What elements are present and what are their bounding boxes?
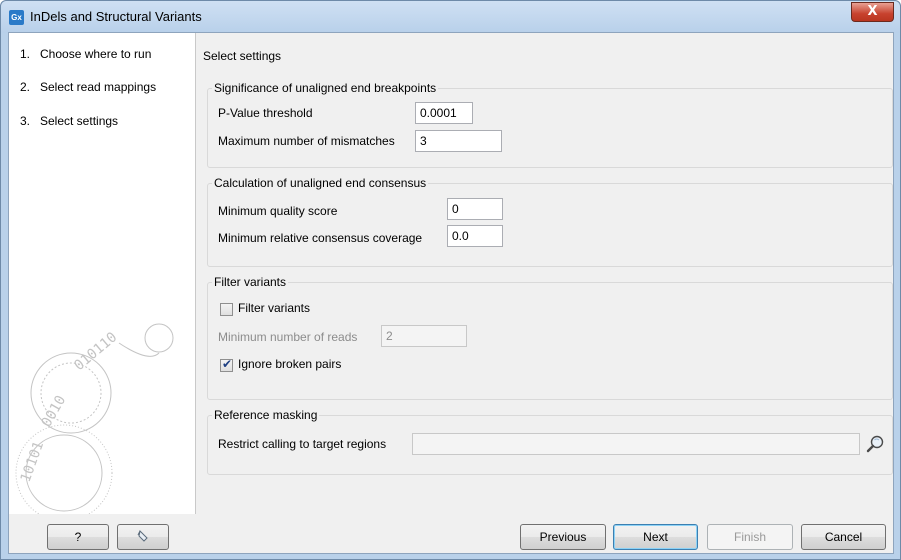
cancel-button[interactable]: Cancel	[801, 524, 886, 550]
decorative-swirl-logo: 010110 0010 10101	[15, 323, 174, 514]
svg-text:10101: 10101	[18, 439, 47, 484]
quality-input[interactable]: 0	[447, 198, 503, 220]
step-number: 2.	[20, 80, 31, 94]
app-icon: Gx	[9, 10, 24, 25]
step-label: Select read mappings	[40, 80, 157, 94]
significance-group: Significance of unaligned end breakpoint…	[207, 81, 893, 168]
dialog-body: 1. Choose where to run 2. Select read mapp…	[8, 32, 894, 554]
group-title: Reference masking	[212, 408, 320, 422]
browse-search-icon[interactable]	[865, 434, 885, 454]
dialog-window: Gx InDels and Structural Variants X 1. Ch…	[0, 0, 901, 560]
window-title: InDels and Structural Variants	[30, 9, 202, 24]
reference-masking-group: Reference masking Restrict calling to ta…	[207, 408, 893, 475]
restrict-label: Restrict calling to target regions	[218, 437, 387, 451]
ignore-broken-pairs-checkbox[interactable]: ✔	[220, 357, 233, 372]
target-regions-input[interactable]	[412, 433, 860, 455]
step-label: Select settings	[40, 114, 119, 128]
quality-label: Minimum quality score	[218, 204, 338, 218]
group-title: Significance of unaligned end breakpoint…	[212, 81, 439, 95]
step-choose-where-to-run[interactable]: 1. Choose where to run	[20, 47, 151, 61]
pvalue-label: P-Value threshold	[218, 106, 313, 120]
coverage-label: Minimum relative consensus coverage	[218, 231, 423, 245]
close-button[interactable]: X	[851, 2, 894, 22]
reset-icon	[137, 529, 148, 542]
step-number: 3.	[20, 114, 31, 128]
finish-button[interactable]: Finish	[707, 524, 793, 550]
min-reads-label: Minimum number of reads	[218, 330, 358, 344]
group-title: Calculation of unaligned end consensus	[212, 176, 429, 190]
svg-text:010110: 010110	[71, 329, 120, 374]
consensus-group: Calculation of unaligned end consensus M…	[207, 176, 893, 267]
mismatch-input[interactable]: 3	[415, 130, 502, 152]
pvalue-input[interactable]: 0.0001	[415, 102, 473, 124]
filter-variants-group: Filter variants Filter variants Minimum …	[207, 275, 893, 400]
next-button[interactable]: Next	[613, 524, 698, 550]
checkmark-icon: ✔	[222, 357, 233, 371]
step-label: Choose where to run	[40, 47, 152, 61]
wizard-steps-panel: 1. Choose where to run 2. Select read mapp…	[9, 33, 196, 514]
svg-text:0010: 0010	[39, 393, 70, 430]
page-title: Select settings	[203, 49, 282, 63]
ignore-broken-pairs-label[interactable]: Ignore broken pairs	[238, 357, 341, 371]
help-button[interactable]: ?	[47, 524, 109, 550]
mismatch-label: Maximum number of mismatches	[218, 134, 395, 148]
step-select-read-mappings[interactable]: 2. Select read mappings	[20, 80, 156, 94]
filter-variants-checkbox[interactable]	[220, 303, 233, 316]
step-number: 1.	[20, 47, 31, 61]
settings-content: Select settings Significance of unaligne…	[197, 33, 893, 514]
step-select-settings[interactable]: 3. Select settings	[20, 114, 118, 128]
reset-button[interactable]	[117, 524, 169, 550]
previous-button[interactable]: Previous	[520, 524, 606, 550]
filter-variants-label[interactable]: Filter variants	[238, 301, 310, 315]
group-title: Filter variants	[212, 275, 289, 289]
min-reads-input[interactable]: 2	[381, 325, 467, 347]
coverage-input[interactable]: 0.0	[447, 225, 503, 247]
title-bar[interactable]: Gx InDels and Structural Variants X	[1, 1, 900, 33]
